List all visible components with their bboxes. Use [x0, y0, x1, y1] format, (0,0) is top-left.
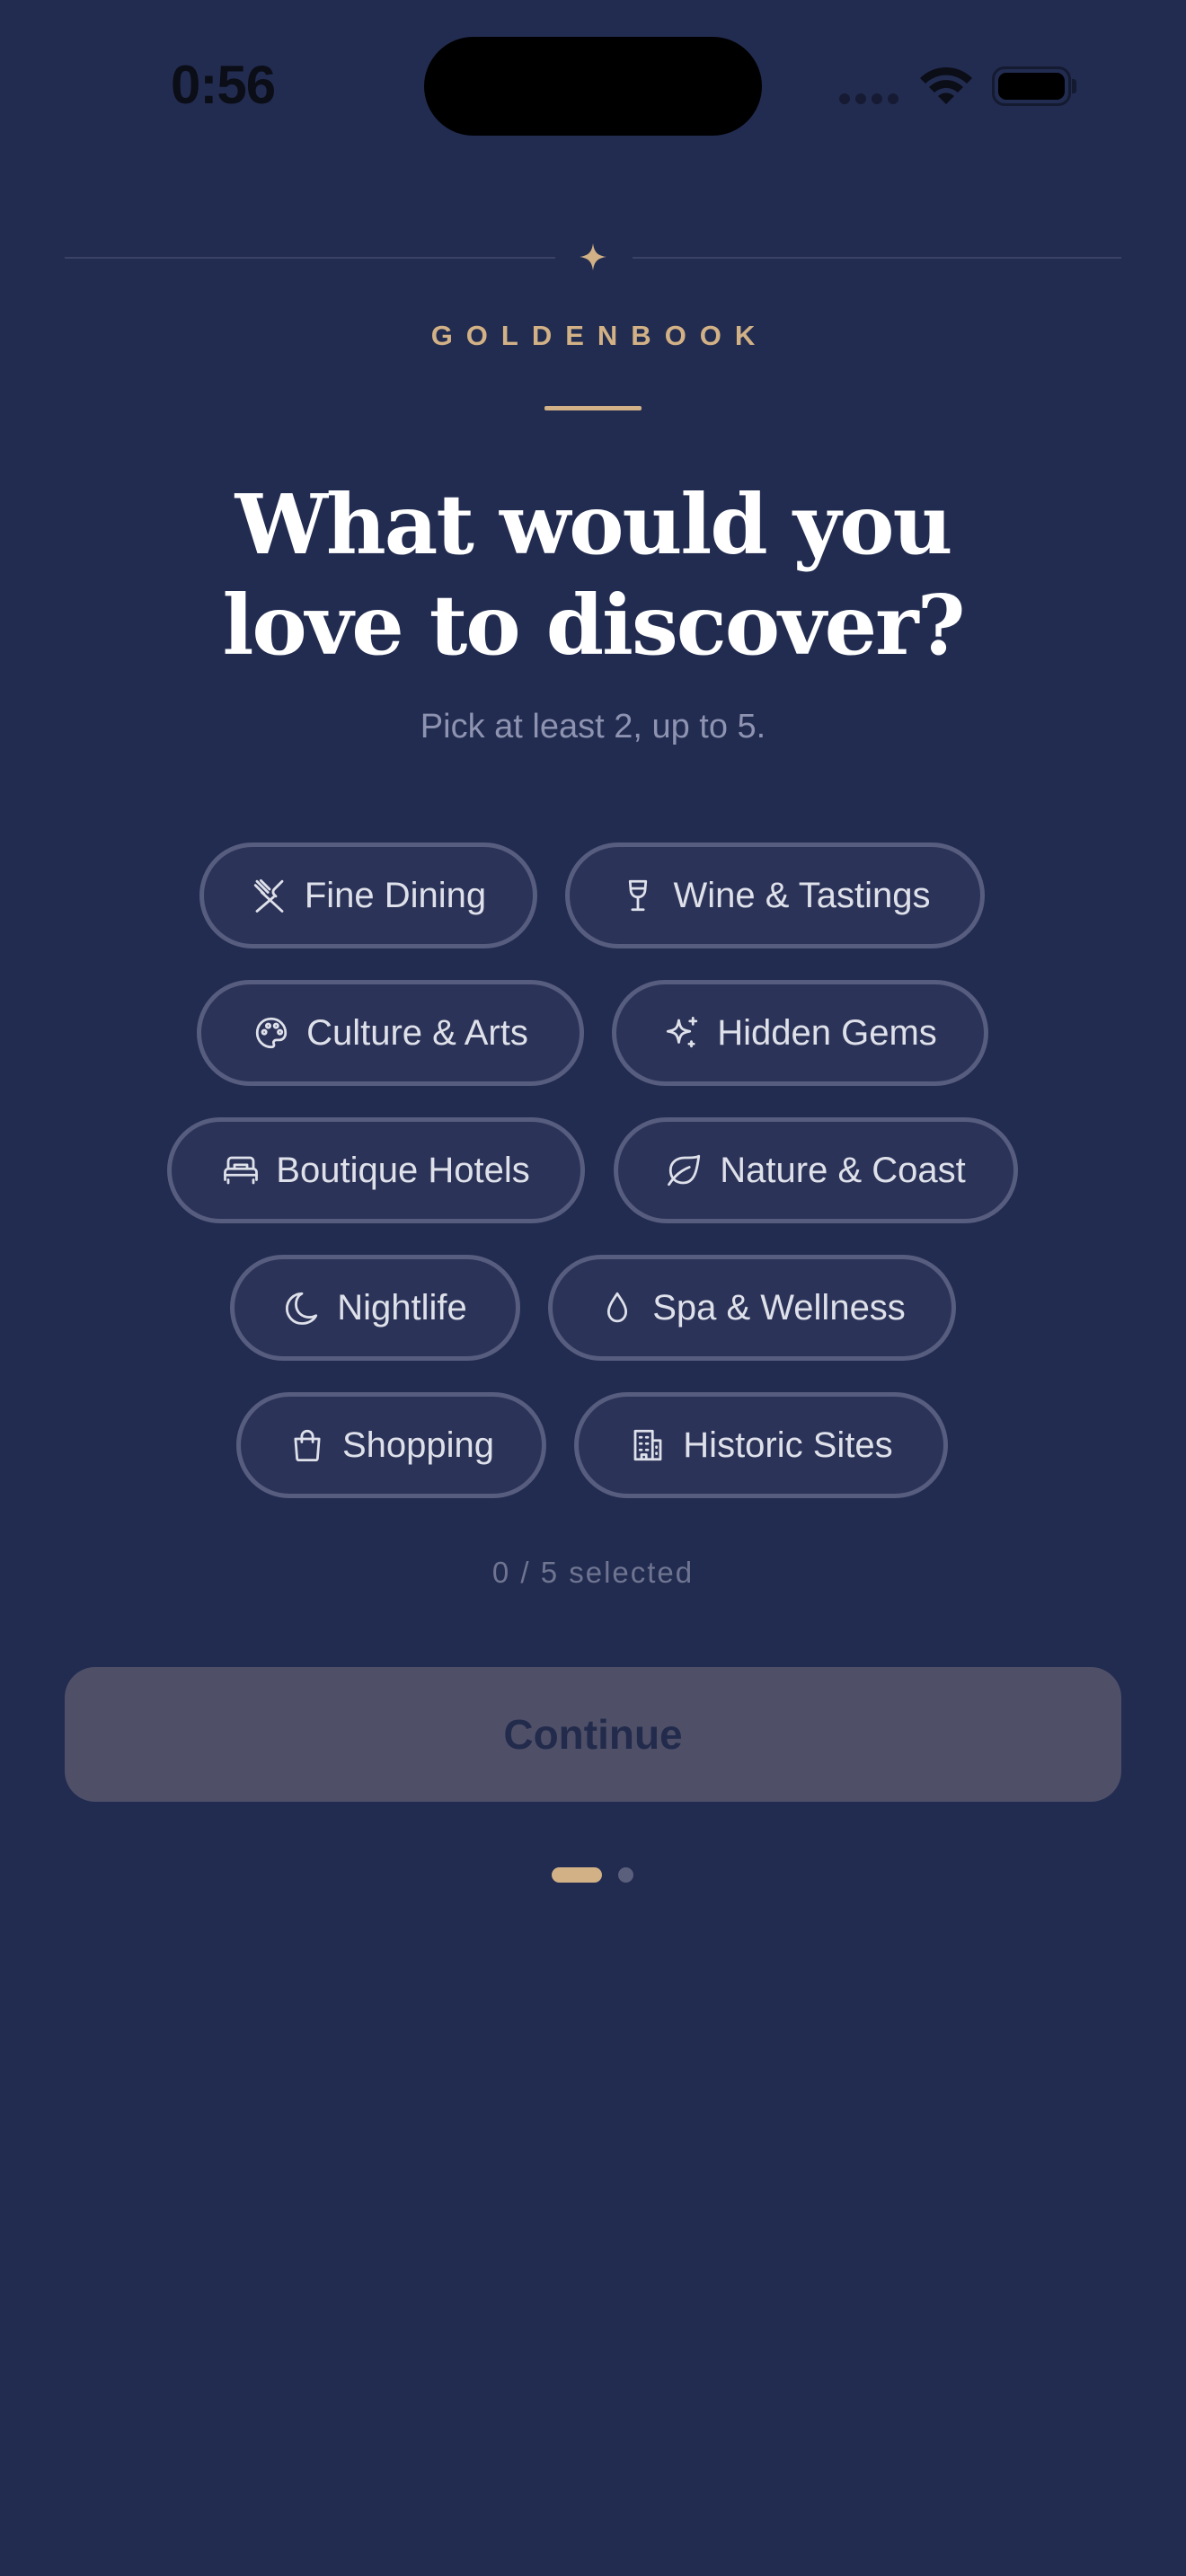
- chip-label: Historic Sites: [683, 1425, 893, 1465]
- chip-culture-arts[interactable]: Culture & Arts: [197, 980, 584, 1086]
- sparkles-icon: [667, 1016, 698, 1048]
- utensils-icon: [253, 878, 284, 913]
- dynamic-island: [424, 37, 762, 136]
- page-title: What would you love to discover?: [144, 474, 1042, 675]
- chip-label: Nightlife: [337, 1287, 467, 1328]
- moon-icon: [286, 1292, 318, 1325]
- bed-icon: [224, 1156, 259, 1185]
- title-line-1: What would you: [235, 476, 953, 573]
- header-divider-left: [65, 257, 555, 259]
- chip-label: Nature & Coast: [720, 1150, 966, 1190]
- chip-nightlife[interactable]: Nightlife: [230, 1255, 520, 1361]
- wifi-icon: [920, 66, 972, 104]
- title-line-2: love to discover?: [222, 577, 965, 674]
- battery-icon: [992, 66, 1071, 106]
- chip-fine-dining[interactable]: Fine Dining: [199, 842, 537, 948]
- page-subtitle: Pick at least 2, up to 5.: [420, 708, 766, 745]
- continue-button[interactable]: Continue: [65, 1667, 1121, 1802]
- page-indicator-inactive: [618, 1867, 633, 1883]
- page-indicator-active: [552, 1867, 602, 1883]
- leaf-icon: [668, 1154, 701, 1187]
- battery-nub: [1072, 79, 1076, 93]
- brand-name: GOLDENBOOK: [430, 320, 769, 351]
- building-icon: [633, 1429, 662, 1461]
- chip-label: Culture & Arts: [306, 1012, 528, 1053]
- chip-nature-coast[interactable]: Nature & Coast: [614, 1117, 1018, 1223]
- brand-underline: [544, 406, 642, 410]
- selection-count: 0 / 5 selected: [491, 1556, 695, 1589]
- chip-label: Wine & Tastings: [673, 875, 931, 915]
- wine-glass-icon: [629, 879, 648, 912]
- chip-spa-wellness[interactable]: Spa & Wellness: [548, 1255, 956, 1361]
- chip-label: Hidden Gems: [717, 1012, 937, 1053]
- chip-label: Boutique Hotels: [276, 1150, 530, 1190]
- chip-label: Spa & Wellness: [652, 1287, 906, 1328]
- chip-boutique-hotels[interactable]: Boutique Hotels: [167, 1117, 585, 1223]
- palette-icon: [255, 1017, 288, 1049]
- chip-label: Shopping: [341, 1425, 495, 1465]
- shopping-bag-icon: [294, 1429, 321, 1462]
- chip-wine-tastings[interactable]: Wine & Tastings: [565, 842, 985, 948]
- cellular-signal-icon: [839, 92, 902, 104]
- chip-historic-sites[interactable]: Historic Sites: [574, 1392, 948, 1498]
- header-divider-right: [633, 257, 1121, 259]
- sparkle-icon: [580, 243, 606, 270]
- chip-hidden-gems[interactable]: Hidden Gems: [612, 980, 988, 1086]
- continue-button-label: Continue: [503, 1711, 683, 1758]
- droplet-icon: [607, 1292, 628, 1323]
- status-time: 0:56: [171, 55, 276, 115]
- chip-label: Fine Dining: [304, 875, 487, 915]
- chip-shopping[interactable]: Shopping: [236, 1392, 546, 1498]
